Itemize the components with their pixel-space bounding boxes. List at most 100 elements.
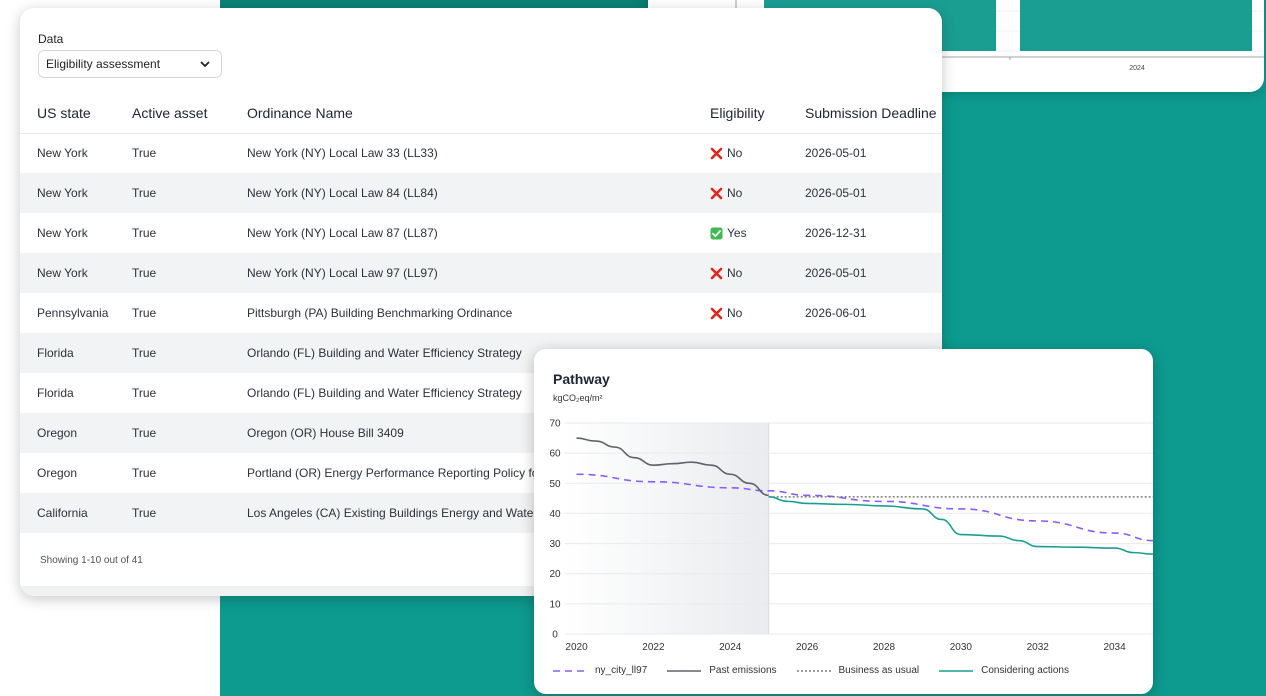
- table-row[interactable]: New York True New York (NY) Local Law 84 (…: [20, 173, 942, 213]
- column-header-active-asset[interactable]: Active asset: [132, 105, 207, 121]
- check-box-icon: [710, 227, 723, 239]
- cell-us-state: Florida: [37, 386, 74, 400]
- legend-label: Business as usual: [838, 665, 920, 676]
- cell-ordinance-name: New York (NY) Local Law 33 (LL33): [247, 146, 438, 160]
- cell-submission-deadline: 2026-05-01: [805, 266, 867, 280]
- column-header-ordinance-name[interactable]: Ordinance Name: [247, 105, 353, 121]
- cell-submission-deadline: 2026-12-31: [805, 226, 867, 240]
- cross-icon: [710, 307, 723, 319]
- cell-active-asset: True: [132, 306, 157, 320]
- cell-eligibility: Yes: [710, 226, 747, 240]
- cell-submission-deadline: 2026-05-01: [805, 186, 867, 200]
- table-row[interactable]: Pennsylvania True Pittsburgh (PA) Building…: [20, 293, 942, 333]
- cross-icon: [710, 147, 723, 159]
- y-tick-label: 60: [549, 449, 561, 460]
- cell-active-asset: True: [132, 266, 157, 280]
- eligibility-label: Yes: [727, 226, 747, 240]
- legend-swatch: [667, 669, 702, 672]
- legend-swatch: [553, 669, 587, 672]
- x-tick-label: 2026: [796, 642, 819, 653]
- legend-item[interactable]: Business as usual: [796, 665, 920, 676]
- x-tick-label: 2034: [1103, 642, 1126, 653]
- table-header: US state Active asset Ordinance Name Eli…: [20, 93, 942, 134]
- data-select-value: Eligibility assessment: [46, 57, 161, 71]
- legend-label: Past emissions: [709, 665, 777, 676]
- cell-active-asset: True: [132, 466, 157, 480]
- legend-swatch: [939, 669, 974, 672]
- eligibility-label: No: [727, 186, 743, 200]
- legend-label: ny_city_ll97: [595, 665, 648, 676]
- pathway-chart: 0102030405060702020 2022 2024 2026 2028 2030 2…: [549, 419, 1153, 653]
- cell-submission-deadline: 2026-05-01: [805, 146, 867, 160]
- x-tick-label: 2032: [1027, 642, 1050, 653]
- x-tick-label: 2024: [719, 642, 742, 653]
- y-tick-label: 40: [549, 509, 561, 520]
- legend-item[interactable]: Considering actions: [939, 665, 1069, 676]
- cell-us-state: New York: [37, 186, 88, 200]
- table-row[interactable]: New York True New York (NY) Local Law 33 (…: [20, 133, 942, 173]
- y-tick-label: 20: [549, 569, 561, 580]
- pathway-chart-card: Pathway kgCO₂eq/m² 0 10 20 30 40 50 60 70 2020 20…: [534, 349, 1153, 694]
- cell-us-state: New York: [37, 226, 88, 240]
- x-tick-label: 2030: [950, 642, 973, 653]
- cell-ordinance-name: New York (NY) Local Law 87 (LL87): [247, 226, 438, 240]
- data-label: Data: [38, 32, 64, 46]
- y-tick-label: 0: [552, 630, 558, 641]
- cell-submission-deadline: 2026-06-01: [805, 306, 867, 320]
- x-tick-label: 2020: [565, 642, 588, 653]
- cell-active-asset: True: [132, 226, 157, 240]
- table-row[interactable]: New York True New York (NY) Local Law 87 (…: [20, 213, 942, 253]
- cell-ordinance-name: Los Angeles (CA) Existing Buildings Ener…: [247, 506, 549, 520]
- eligibility-label: No: [727, 266, 743, 280]
- cell-eligibility: No: [710, 266, 742, 280]
- chart-legend: ny_city_ll97 Past emissions Business as us…: [553, 665, 1089, 676]
- cell-ordinance-name: New York (NY) Local Law 97 (LL97): [247, 266, 438, 280]
- x-tick-label: 2028: [873, 642, 896, 653]
- cell-us-state: Oregon: [37, 466, 78, 480]
- cell-ordinance-name: Orlando (FL) Building and Water Efficien…: [247, 386, 522, 400]
- cell-eligibility: No: [710, 146, 742, 160]
- teal-top-strip: [220, 0, 660, 8]
- legend-item[interactable]: ny_city_ll97: [553, 665, 647, 676]
- cell-us-state: Oregon: [37, 426, 78, 440]
- cell-us-state: California: [37, 506, 88, 520]
- legend-label: Considering actions: [981, 665, 1069, 676]
- cell-ordinance-name: Portland (OR) Energy Performance Reporti…: [247, 466, 543, 480]
- cell-us-state: New York: [37, 266, 88, 280]
- cell-active-asset: True: [132, 426, 157, 440]
- series-line-considering-actions: [768, 496, 1153, 555]
- cell-us-state: Florida: [37, 346, 74, 360]
- cross-icon: [710, 267, 723, 279]
- y-tick-label: 50: [549, 479, 561, 490]
- cell-active-asset: True: [132, 346, 157, 360]
- eligibility-label: No: [727, 306, 743, 320]
- y-tick-label: 10: [549, 599, 561, 610]
- cell-ordinance-name: Orlando (FL) Building and Water Efficien…: [247, 346, 522, 360]
- cell-active-asset: True: [132, 146, 157, 160]
- bar-2024: [1020, 0, 1252, 51]
- past-region-shade: [565, 423, 769, 634]
- legend-item[interactable]: Past emissions: [667, 665, 777, 676]
- chevron-down-icon: [200, 61, 210, 68]
- cell-eligibility: No: [710, 186, 742, 200]
- column-header-us-state[interactable]: US state: [37, 105, 91, 121]
- cell-ordinance-name: Pittsburgh (PA) Building Benchmarking Or…: [247, 306, 513, 320]
- cell-active-asset: True: [132, 186, 157, 200]
- legend-swatch: [796, 669, 831, 672]
- cell-active-asset: True: [132, 386, 157, 400]
- cross-icon: [710, 187, 723, 199]
- eligibility-label: No: [727, 146, 743, 160]
- pagination-summary: Showing 1-10 out of 41: [40, 555, 143, 566]
- cell-ordinance-name: New York (NY) Local Law 84 (LL84): [247, 186, 438, 200]
- column-header-eligibility[interactable]: Eligibility: [710, 105, 764, 121]
- cell-eligibility: No: [710, 306, 742, 320]
- column-header-submission-deadline[interactable]: Submission Deadline: [805, 105, 937, 121]
- cell-ordinance-name: Oregon (OR) House Bill 3409: [247, 426, 404, 440]
- x-tick-label: 2024: [1129, 65, 1145, 72]
- data-select-dropdown[interactable]: Eligibility assessment: [38, 50, 222, 78]
- cell-active-asset: True: [132, 506, 157, 520]
- x-tick-label: 2022: [642, 642, 665, 653]
- cell-us-state: Pennsylvania: [37, 306, 109, 320]
- y-tick-label: 70: [549, 419, 561, 430]
- table-row[interactable]: New York True New York (NY) Local Law 97 (…: [20, 253, 942, 293]
